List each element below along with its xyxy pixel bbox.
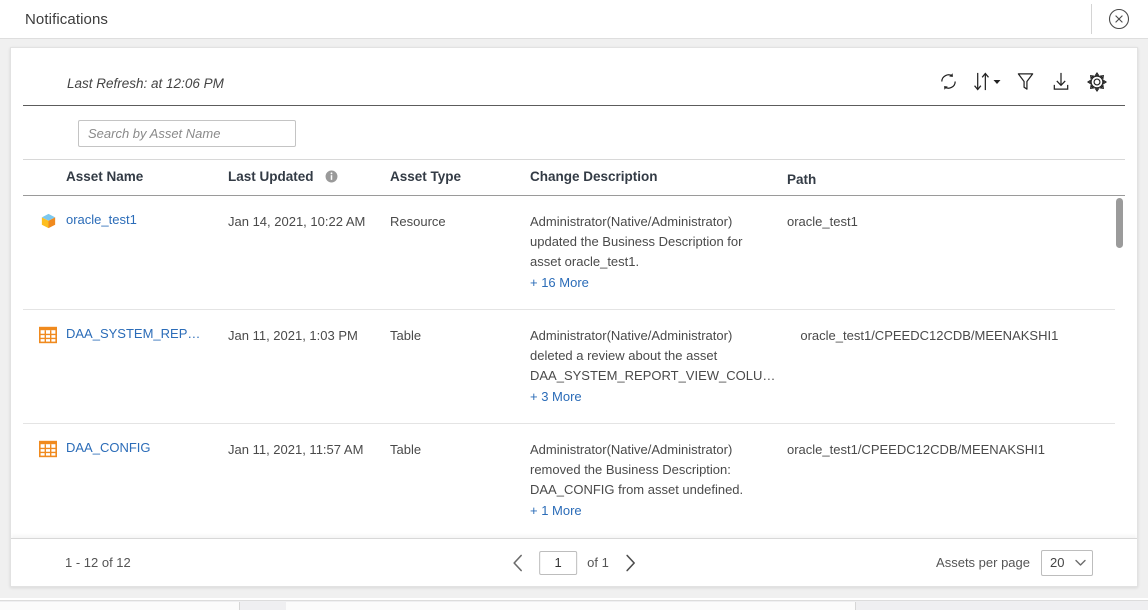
show-more-link[interactable]: + 16 More: [530, 273, 589, 293]
download-icon[interactable]: [1049, 70, 1073, 94]
cell-asset-name: DAA_SYSTEM_REPORT_…: [23, 326, 228, 346]
chevron-right-icon[interactable]: [619, 552, 641, 574]
sort-icon[interactable]: [972, 71, 1001, 92]
titlebar-divider: [1091, 4, 1092, 34]
table-scrollbar[interactable]: [1115, 196, 1125, 529]
column-header-last-updated-label: Last Updated: [228, 169, 314, 184]
page-number-input[interactable]: [539, 550, 578, 575]
cell-change-description: Administrator(Native/Administrator) dele…: [530, 326, 791, 407]
cell-asset-type: Resource: [390, 214, 446, 229]
cell-asset-type: Table: [390, 328, 422, 343]
cell-last-updated: Jan 14, 2021, 10:22 AM: [228, 214, 366, 229]
asset-name-link[interactable]: oracle_test1: [66, 212, 137, 227]
page-count-label: of 1: [587, 555, 609, 570]
asset-name-link[interactable]: DAA_SYSTEM_REPORT_…: [66, 326, 208, 341]
chevron-down-icon: [993, 73, 1001, 91]
taskbar-segment[interactable]: [0, 602, 240, 610]
table-asset-icon: [38, 439, 58, 459]
cell-path: oracle_test1/CPEEDC12CDB/MEENAKSHI1: [787, 442, 1045, 457]
column-header-path[interactable]: Path: [778, 172, 1125, 187]
per-page-group: Assets per page 20: [936, 549, 1125, 576]
per-page-select[interactable]: 20: [1041, 549, 1093, 576]
column-header-last-updated[interactable]: Last Updated: [228, 169, 390, 184]
column-header-change-description[interactable]: Change Description: [530, 169, 778, 184]
change-description-actor: Administrator(Native/Administrator): [530, 442, 733, 457]
refresh-icon[interactable]: [936, 70, 960, 94]
settings-gear-icon[interactable]: [1085, 70, 1109, 94]
change-description-text: Administrator(Native/Administrator) dele…: [530, 328, 776, 383]
asset-name-link[interactable]: DAA_CONFIG: [66, 440, 151, 455]
notifications-dialog: Notifications Last Refresh: at 12:06 PM: [0, 0, 1148, 610]
cell-last-updated: Jan 11, 2021, 1:03 PM: [228, 328, 358, 343]
cell-change-description: Administrator(Native/Administrator) upda…: [530, 212, 778, 293]
close-icon[interactable]: [1104, 4, 1134, 34]
cell-asset-name: oracle_test1: [23, 212, 228, 232]
chevron-left-icon[interactable]: [507, 552, 529, 574]
column-header-asset-type[interactable]: Asset Type: [390, 169, 530, 184]
change-description-text: Administrator(Native/Administrator) upda…: [530, 214, 743, 269]
titlebar-actions: [1091, 0, 1148, 38]
table-row[interactable]: oracle_test1 Jan 14, 2021, 10:22 AM Reso…: [23, 196, 1125, 310]
chevron-down-icon: [1075, 555, 1086, 570]
filter-icon[interactable]: [1013, 70, 1037, 94]
cell-last-updated: Jan 11, 2021, 11:57 AM: [228, 442, 364, 457]
notifications-table: Asset Name Last Updated Asset Type Chang…: [23, 160, 1125, 529]
card-toolbar: Last Refresh: at 12:06 PM: [23, 62, 1125, 106]
table-body: oracle_test1 Jan 14, 2021, 10:22 AM Reso…: [23, 196, 1125, 529]
last-refresh-label: Last Refresh: at 12:06 PM: [67, 76, 224, 91]
table-row[interactable]: DAA_CONFIG Jan 11, 2021, 11:57 AM Table …: [23, 424, 1125, 529]
table-scrollbar-thumb[interactable]: [1116, 198, 1123, 248]
result-range-label: 1 - 12 of 12: [65, 555, 131, 570]
search-input[interactable]: [78, 120, 296, 147]
dialog-titlebar: Notifications: [0, 0, 1148, 38]
cell-asset-type: Table: [390, 442, 422, 457]
os-taskbar: [0, 600, 1148, 610]
cell-path: oracle_test1/CPEEDC12CDB/MEENAKSHI1: [800, 328, 1059, 343]
pagination-controls: of 1: [507, 550, 641, 575]
search-row: [23, 106, 1125, 160]
cell-path: oracle_test1: [787, 214, 858, 229]
notifications-card: Last Refresh: at 12:06 PM Search by Asse…: [10, 47, 1138, 587]
info-icon[interactable]: [325, 170, 338, 183]
cell-asset-name: DAA_CONFIG: [23, 440, 228, 460]
show-more-link[interactable]: + 3 More: [530, 387, 582, 407]
per-page-value: 20: [1050, 555, 1065, 570]
change-description-text: removed the Business Description: DAA_CO…: [530, 462, 744, 497]
table-asset-icon: [38, 325, 58, 345]
toolbar-icon-group: [936, 70, 1109, 98]
taskbar-segment[interactable]: [286, 602, 856, 610]
per-page-label: Assets per page: [936, 555, 1030, 570]
table-header-row: Asset Name Last Updated Asset Type Chang…: [23, 160, 1125, 196]
table-footer: 1 - 12 of 12 of 1: [11, 538, 1137, 586]
page-title: Notifications: [25, 10, 109, 28]
cell-change-description: Administrator(Native/Administrator) remo…: [530, 440, 778, 521]
dialog-body-frame: Last Refresh: at 12:06 PM Search by Asse…: [0, 38, 1148, 598]
table-row[interactable]: DAA_SYSTEM_REPORT_… Jan 11, 2021, 1:03 P…: [23, 310, 1125, 424]
cube-resource-icon: [38, 211, 58, 231]
column-header-asset-name[interactable]: Asset Name: [23, 169, 228, 184]
show-more-link[interactable]: + 1 More: [530, 501, 582, 521]
